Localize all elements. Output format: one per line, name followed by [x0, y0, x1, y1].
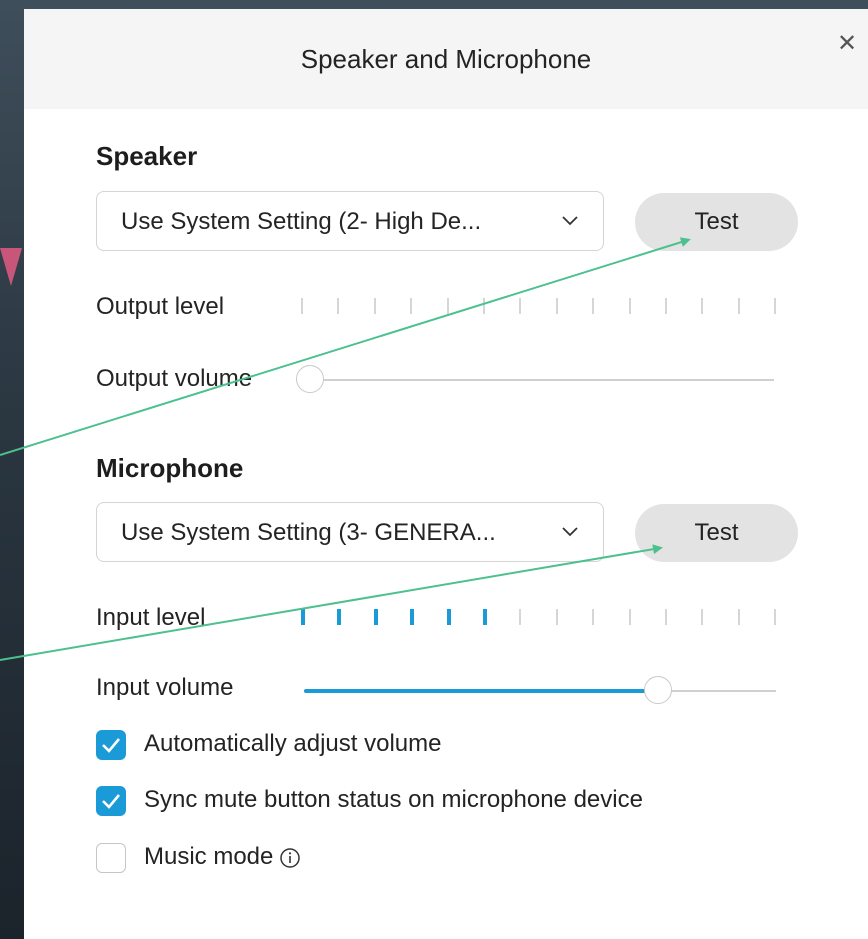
level-tick	[483, 298, 485, 314]
sync-mute-option[interactable]: Sync mute button status on microphone de…	[96, 784, 756, 818]
input-volume-slider[interactable]	[304, 676, 776, 706]
music-mode-label: Music mode	[144, 843, 274, 870]
close-icon[interactable]: ✕	[834, 31, 860, 57]
music-mode-label-wrap: Music mode	[144, 843, 301, 871]
level-tick	[701, 298, 704, 314]
level-tick	[737, 609, 740, 625]
chevron-down-icon	[562, 527, 578, 537]
slider-track	[296, 379, 774, 381]
level-tick	[665, 609, 667, 625]
level-tick	[555, 609, 558, 625]
level-tick	[737, 298, 740, 314]
dialog-titlebar: Speaker and Microphone ✕	[24, 9, 868, 109]
microphone-heading: Microphone	[96, 453, 244, 483]
output-level-meter	[301, 298, 781, 314]
level-tick	[774, 609, 777, 625]
background-arrow-shape	[0, 248, 22, 286]
auto-adjust-option[interactable]: Automatically adjust volume	[96, 728, 556, 762]
level-tick	[410, 609, 415, 625]
level-tick	[301, 298, 303, 314]
level-tick	[519, 609, 522, 625]
microphone-device-select[interactable]: Use System Setting (3- GENERA...	[96, 502, 604, 562]
output-volume-slider[interactable]	[296, 365, 774, 395]
slider-thumb[interactable]	[296, 365, 324, 393]
speaker-device-value: Use System Setting (2- High De...	[121, 208, 482, 235]
level-tick	[774, 298, 777, 314]
level-tick	[373, 298, 376, 314]
level-tick	[446, 298, 449, 314]
level-tick	[410, 298, 413, 314]
level-tick	[628, 298, 631, 314]
speaker-test-button[interactable]: Test	[635, 193, 798, 251]
level-tick	[592, 609, 595, 625]
speaker-device-select[interactable]: Use System Setting (2- High De...	[96, 191, 604, 251]
level-tick	[701, 609, 704, 625]
sync-mute-checkbox[interactable]	[96, 786, 126, 816]
auto-adjust-label: Automatically adjust volume	[144, 730, 442, 757]
level-tick	[519, 298, 522, 314]
auto-adjust-checkbox[interactable]	[96, 730, 126, 760]
speaker-microphone-dialog: Speaker and Microphone ✕ Speaker Use Sys…	[24, 9, 868, 939]
level-tick	[628, 609, 631, 625]
music-mode-option[interactable]: Music mode	[96, 841, 356, 875]
input-level-meter	[301, 609, 781, 625]
sync-mute-label: Sync mute button status on microphone de…	[144, 786, 643, 813]
level-tick	[555, 298, 558, 314]
level-tick	[337, 298, 340, 314]
level-tick	[446, 609, 451, 625]
output-volume-label: Output volume	[96, 365, 253, 392]
speaker-heading: Speaker	[96, 141, 198, 171]
music-mode-checkbox[interactable]	[96, 843, 126, 873]
dialog-title: Speaker and Microphone	[300, 44, 592, 74]
microphone-test-button[interactable]: Test	[635, 504, 798, 562]
level-tick	[483, 609, 487, 625]
level-tick	[301, 609, 305, 625]
microphone-device-value: Use System Setting (3- GENERA...	[121, 519, 496, 546]
level-tick	[337, 609, 342, 625]
input-level-label: Input level	[96, 604, 206, 631]
output-level-label: Output level	[96, 293, 225, 320]
slider-thumb[interactable]	[644, 676, 672, 704]
input-volume-label: Input volume	[96, 674, 234, 701]
level-tick	[665, 298, 667, 314]
slider-fill	[304, 689, 658, 693]
chevron-down-icon	[562, 216, 578, 226]
level-tick	[592, 298, 595, 314]
level-tick	[373, 609, 378, 625]
info-icon[interactable]	[279, 847, 301, 869]
